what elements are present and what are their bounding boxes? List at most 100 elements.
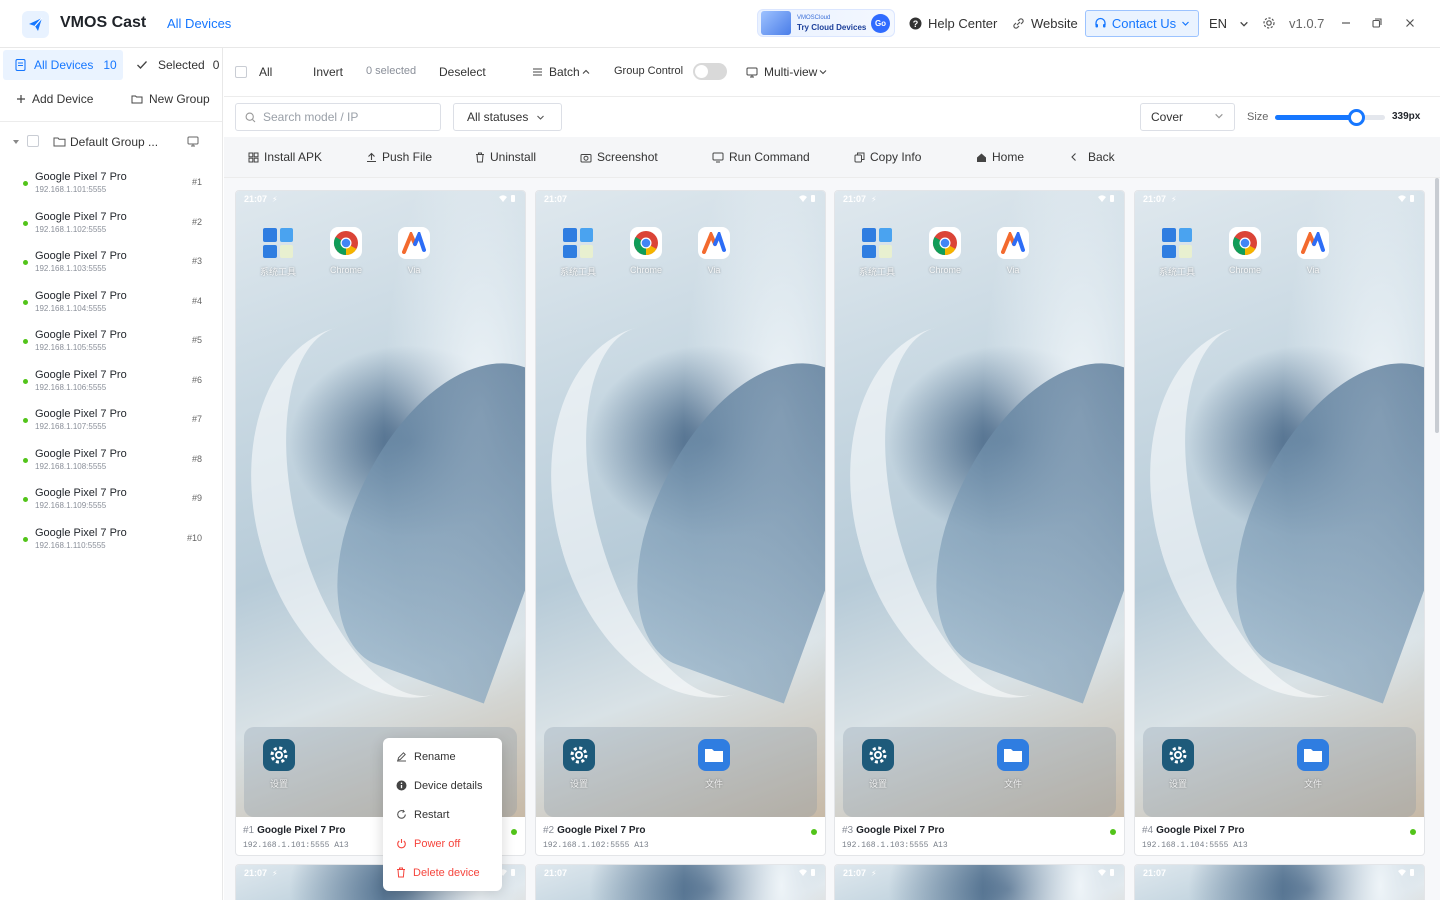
device-screen-preview[interactable]: 21:07⚡︎系统工具ChromeVia设置文件	[1135, 191, 1424, 817]
sidebar-device-item[interactable]: Google Pixel 7 Pro 192.168.1.110:5555 #10	[0, 521, 222, 557]
device-screen-preview[interactable]: 21:07 ⚡︎	[835, 865, 1124, 900]
phone-status-bar: 21:07	[544, 194, 818, 206]
sidebar-device-item[interactable]: Google Pixel 7 Pro 192.168.1.107:5555 #7	[0, 402, 222, 438]
device-card[interactable]: 21:07 系统工具 Chrome Via 设置 文件 #2 Google Pixel 7 P…	[535, 190, 826, 856]
system-tools-app[interactable]: 系统工具	[1157, 227, 1197, 278]
sidebar-device-ip: 192.168.1.105:5555	[35, 343, 107, 352]
phone-time: 21:07	[544, 868, 568, 878]
help-center-label: Help Center	[928, 16, 998, 31]
device-card[interactable]: 21:07	[535, 864, 826, 900]
home-button[interactable]: Home	[976, 150, 1024, 164]
menu-power-off[interactable]: Power off	[383, 829, 502, 858]
files-app[interactable]: 文件	[694, 739, 734, 790]
settings-app[interactable]: 设置	[1158, 739, 1198, 790]
run-command-button[interactable]: Run Command	[712, 150, 810, 164]
batch-menu[interactable]: Batch	[532, 65, 590, 79]
device-card[interactable]: 21:07	[1134, 864, 1425, 900]
add-device-button[interactable]: Add Device	[16, 92, 93, 106]
caret-down-icon[interactable]	[12, 138, 20, 146]
group-control-toggle[interactable]	[693, 63, 727, 80]
vertical-scrollbar[interactable]	[1435, 178, 1439, 433]
files-app[interactable]: 文件	[993, 739, 1033, 790]
device-card[interactable]: 21:07 ⚡︎	[834, 864, 1125, 900]
system-tools-app[interactable]: 系统工具	[857, 227, 897, 278]
help-center-link[interactable]: ? Help Center	[909, 16, 997, 31]
monitor-icon[interactable]	[187, 136, 199, 147]
online-status-dot	[23, 457, 28, 463]
screenshot-button[interactable]: Screenshot	[580, 150, 658, 164]
sidebar-tab-all-devices[interactable]: All Devices 10	[3, 50, 123, 80]
device-screen-preview[interactable]: 21:07 系统工具 Chrome Via 设置 文件	[536, 191, 825, 817]
sidebar-tab-selected[interactable]: Selected 0	[136, 58, 219, 72]
device-card[interactable]: 21:07 ⚡︎ 系统工具 Chrome Via 设置 文件 #3 Google Pixel 7…	[834, 190, 1125, 856]
select-all-box[interactable]	[235, 66, 247, 78]
chrome-app[interactable]: Chrome	[1225, 227, 1265, 275]
chrome-app[interactable]: Chrome	[925, 227, 965, 275]
settings-app[interactable]: 设置	[858, 739, 898, 790]
minimize-button[interactable]	[1340, 16, 1352, 32]
menu-restart[interactable]: Restart	[383, 800, 502, 829]
sidebar-device-item[interactable]: Google Pixel 7 Pro 192.168.1.101:5555 #1	[0, 165, 222, 201]
via-app[interactable]: Via	[993, 227, 1033, 275]
group-default[interactable]: Default Group ...	[0, 131, 222, 153]
size-slider-thumb[interactable]	[1348, 109, 1366, 126]
display-mode-select[interactable]: Cover	[1140, 103, 1235, 131]
sidebar-tab-selected-label: Selected	[158, 58, 205, 72]
menu-device-details[interactable]: Device details	[383, 771, 502, 800]
chevron-up-icon	[582, 69, 590, 74]
close-window-button[interactable]	[1404, 16, 1416, 32]
app-label: Via	[1306, 265, 1320, 275]
select-all-label: All	[259, 65, 273, 79]
promo-go-button[interactable]: Go	[871, 14, 890, 33]
sidebar-device-item[interactable]: Google Pixel 7 Pro 192.168.1.109:5555 #9	[0, 481, 222, 517]
language-selector[interactable]: EN	[1209, 16, 1249, 31]
website-link[interactable]: Website	[1012, 16, 1078, 31]
phone-status-bar: 21:07 ⚡︎	[843, 194, 1117, 206]
sidebar-device-item[interactable]: Google Pixel 7 Pro 192.168.1.105:5555 #5	[0, 323, 222, 359]
search-box[interactable]	[235, 103, 441, 131]
files-app[interactable]: 文件	[1293, 739, 1333, 790]
menu-rename[interactable]: Rename	[383, 742, 502, 771]
menu-delete-device[interactable]: Delete device	[383, 858, 502, 887]
search-input[interactable]	[263, 110, 433, 124]
via-app[interactable]: Via	[1293, 227, 1333, 275]
chrome-app[interactable]: Chrome	[326, 227, 366, 275]
phone-time: 21:07	[244, 868, 268, 878]
contact-us-button[interactable]: Contact Us	[1085, 10, 1199, 37]
invert-button[interactable]: Invert	[313, 65, 343, 79]
device-screen-preview[interactable]: 21:07	[1135, 865, 1424, 900]
settings-button[interactable]	[1262, 16, 1276, 30]
sidebar-device-item[interactable]: Google Pixel 7 Pro 192.168.1.108:5555 #8	[0, 442, 222, 478]
install-apk-button[interactable]: Install APK	[248, 150, 322, 164]
tab-all-devices[interactable]: All Devices	[167, 16, 231, 31]
device-screen-preview[interactable]: 21:07⚡︎ 系统工具 Chrome Via 设置 文件	[835, 191, 1124, 817]
push-file-button[interactable]: Push File	[366, 150, 432, 164]
device-card[interactable]: 21:07 ⚡︎ 系统工具 Chrome Via 设置 文件 #4 Google Pixel 7…	[1134, 190, 1425, 856]
uninstall-button[interactable]: Uninstall	[475, 150, 536, 164]
sidebar-device-item[interactable]: Google Pixel 7 Pro 192.168.1.102:5555 #2	[0, 205, 222, 241]
settings-app[interactable]: 设置	[559, 739, 599, 790]
device-screen-preview[interactable]: 21:07	[536, 865, 825, 900]
multi-view-menu[interactable]: Multi-view	[746, 65, 827, 79]
sidebar-device-item[interactable]: Google Pixel 7 Pro 192.168.1.106:5555 #6	[0, 363, 222, 399]
device-screen-preview[interactable]: 21:07⚡︎系统工具ChromeVia设置文件	[236, 191, 525, 817]
back-button[interactable]: Back	[1069, 150, 1115, 164]
uninstall-label: Uninstall	[490, 150, 537, 164]
sidebar-device-item[interactable]: Google Pixel 7 Pro 192.168.1.103:5555 #3	[0, 244, 222, 280]
deselect-button[interactable]: Deselect	[439, 65, 486, 79]
copy-info-button[interactable]: Copy Info	[854, 150, 921, 164]
system-tools-app[interactable]: 系统工具	[558, 227, 598, 278]
settings-app[interactable]: 设置	[259, 739, 299, 790]
status-filter-select[interactable]: All statuses	[453, 103, 562, 131]
group-checkbox[interactable]	[27, 135, 39, 147]
new-group-button[interactable]: New Group	[131, 92, 210, 106]
chrome-app[interactable]: Chrome	[626, 227, 666, 275]
via-app[interactable]: Via	[694, 227, 734, 275]
size-slider[interactable]	[1275, 109, 1385, 126]
sidebar-device-item[interactable]: Google Pixel 7 Pro 192.168.1.104:5555 #4	[0, 284, 222, 320]
via-app[interactable]: Via	[394, 227, 434, 275]
select-all-checkbox[interactable]: All	[235, 65, 272, 79]
try-cloud-devices-banner[interactable]: VMOSCloud Try Cloud Devices Go	[757, 9, 895, 37]
maximize-button[interactable]	[1371, 16, 1383, 32]
system-tools-app[interactable]: 系统工具	[258, 227, 298, 278]
